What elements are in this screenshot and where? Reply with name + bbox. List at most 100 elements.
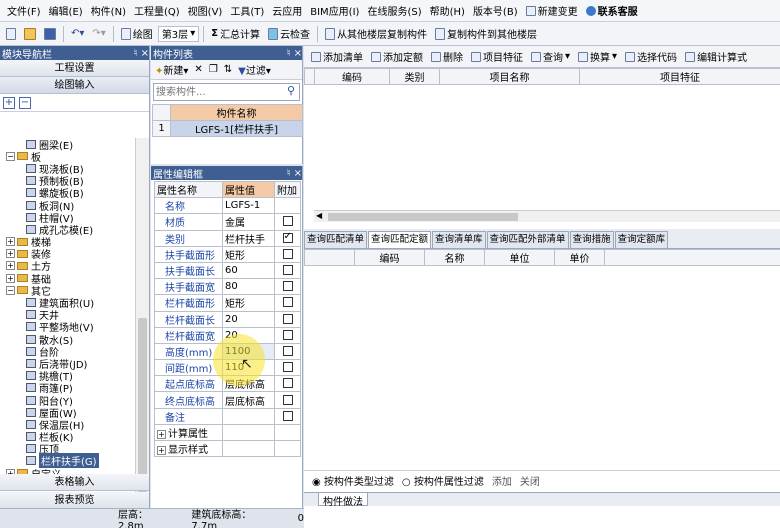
tree-item[interactable]: 散水(S) — [0, 333, 134, 347]
attr-value[interactable] — [222, 439, 275, 458]
cloud-check-button[interactable]: 云检查 — [265, 26, 313, 41]
menu-bim[interactable]: BIM应用(I) — [306, 3, 363, 18]
filter-button[interactable]: ▼过滤▾ — [238, 62, 271, 77]
attach-checkbox[interactable] — [282, 362, 293, 373]
menu-edit[interactable]: 编辑(E) — [45, 3, 87, 18]
copy-from-floor-button[interactable]: 从其他楼层复制构件 — [322, 26, 430, 41]
menu-cloud[interactable]: 云应用 — [268, 3, 306, 18]
attach-checkbox[interactable] — [282, 216, 293, 227]
menu-component[interactable]: 构件(N) — [87, 3, 130, 18]
tree-item[interactable]: + 楼梯 — [0, 236, 134, 249]
scrollbar-thumb[interactable] — [328, 213, 518, 221]
pin-close-icon[interactable]: ♮ × — [134, 48, 149, 59]
expand-icon[interactable]: + — [6, 249, 15, 259]
collapse-icon[interactable]: − — [6, 285, 15, 295]
attach-checkbox[interactable] — [282, 410, 293, 421]
floor-select[interactable]: 第3层 ▾ — [157, 25, 200, 42]
menu-quantity[interactable]: 工程量(Q) — [130, 3, 184, 18]
tree-item[interactable]: 建筑面积(U) — [0, 296, 134, 310]
expand-icon[interactable]: + — [6, 273, 15, 283]
filter-by-type-radio[interactable]: ◉ 按构件类型过滤 — [312, 473, 394, 488]
scroll-left-icon[interactable]: ◀ — [316, 211, 322, 220]
attach-checkbox[interactable] — [282, 313, 293, 324]
pin-close-icon[interactable]: ♮ × — [287, 48, 302, 59]
search-input[interactable] — [154, 84, 283, 100]
close-button[interactable]: 关闭 — [520, 473, 540, 488]
menu-new-change[interactable]: 新建变更 — [522, 3, 582, 18]
add-button[interactable]: 添加 — [492, 473, 512, 488]
delete-icon[interactable]: ✕ — [194, 64, 202, 75]
tab-3[interactable]: 查询匹配外部清单 — [486, 231, 569, 248]
tree-item[interactable]: + 装修 — [0, 248, 134, 261]
attach-checkbox[interactable] — [282, 378, 293, 389]
search-icon[interactable]: ⚲ — [283, 84, 299, 100]
expand-icon[interactable]: + — [157, 446, 166, 456]
save-button[interactable] — [41, 27, 59, 40]
query-button[interactable]: 查询 ▾ — [528, 49, 573, 64]
draw-button[interactable]: 绘图 — [118, 26, 156, 41]
table-input-button[interactable]: 表格输入 — [0, 474, 149, 491]
tree-item[interactable]: 圈梁(E) — [0, 138, 134, 152]
delete-button[interactable]: 删除 — [428, 49, 466, 64]
engineering-setup-button[interactable]: 工程设置 — [0, 60, 149, 77]
attach-checkbox[interactable] — [282, 394, 293, 405]
tree-item[interactable]: 栏板(K) — [0, 431, 134, 444]
expand-icon[interactable]: + — [157, 429, 166, 439]
menu-version[interactable]: 版本号(B) — [469, 3, 522, 18]
undo-button[interactable]: ↶▾ — [68, 28, 87, 39]
menu-support[interactable]: 联系客服 — [582, 3, 642, 18]
add-list-button[interactable]: 添加清单 — [308, 49, 366, 64]
draw-input-button[interactable]: 绘图输入 — [0, 77, 149, 94]
attr-value[interactable]: 矩形 — [222, 245, 275, 263]
menu-file[interactable]: 文件(F) — [3, 3, 45, 18]
attach-checkbox[interactable] — [282, 297, 293, 308]
tree-item[interactable]: 栏杆扶手(G) — [0, 453, 134, 469]
expand-icon[interactable]: + — [6, 237, 15, 247]
sort-icon[interactable]: ⇅ — [224, 64, 232, 75]
pin-close-icon[interactable]: ♮ × — [287, 168, 302, 179]
horizontal-scrollbar[interactable]: ◀ — [314, 210, 780, 222]
edit-formula-button[interactable]: 编辑计算式 — [682, 49, 750, 64]
copy-to-floor-button[interactable]: 复制构件到其他楼层 — [432, 26, 540, 41]
attr-value[interactable]: 层底标高 — [222, 391, 275, 409]
attr-value[interactable]: 80 — [222, 278, 275, 296]
expand-all-icon[interactable]: + — [3, 96, 15, 109]
tree-scrollbar[interactable] — [135, 138, 149, 510]
tab-component-method[interactable]: 构件做法 — [318, 493, 368, 508]
attr-value[interactable]: 矩形 — [222, 294, 275, 312]
select-code-button[interactable]: 选择代码 — [622, 49, 680, 64]
filter-by-attr-radio[interactable]: ○ 按构件属性过滤 — [402, 473, 484, 488]
collapse-icon[interactable]: − — [6, 151, 15, 161]
attach-checkbox[interactable] — [282, 329, 293, 340]
attr-value[interactable]: 金属 — [222, 213, 275, 231]
tab-4[interactable]: 查询措施 — [569, 231, 614, 248]
copy-component-icon[interactable]: ❐ — [209, 64, 218, 75]
collapse-all-icon[interactable]: − — [19, 96, 31, 109]
scrollbar-thumb[interactable] — [138, 318, 147, 498]
attach-checkbox[interactable] — [282, 265, 293, 276]
component-row[interactable]: LGFS-1[栏杆扶手] — [170, 120, 303, 138]
tree-item[interactable]: + 基础 — [0, 272, 134, 286]
menu-online[interactable]: 在线服务(S) — [363, 3, 425, 18]
menu-help[interactable]: 帮助(H) — [426, 3, 469, 18]
attr-value[interactable] — [222, 423, 275, 442]
open-button[interactable] — [21, 27, 39, 40]
attr-value[interactable]: LGFS-1 — [222, 197, 275, 215]
menu-tools[interactable]: 工具(T) — [226, 3, 268, 18]
attr-value[interactable]: 60 — [222, 261, 275, 280]
attach-checkbox[interactable] — [282, 281, 293, 292]
component-tree[interactable]: 圈梁(E) − 板现浇板(B) 预制板(B) 螺旋板(B) 板洞(N) 柱帽(V) 成孔芯模(… — [0, 138, 134, 510]
redo-button[interactable]: ↷▾ — [89, 28, 108, 39]
attach-checkbox[interactable] — [282, 248, 293, 259]
attach-checkbox[interactable] — [282, 231, 293, 243]
item-feature-button[interactable]: 项目特征 — [468, 49, 526, 64]
tab-1[interactable]: 查询匹配定额 — [368, 231, 432, 248]
attr-value[interactable] — [222, 407, 275, 425]
attach-checkbox[interactable] — [282, 345, 293, 356]
tree-item[interactable]: 成孔芯模(E) — [0, 223, 134, 237]
attr-value[interactable]: 20 — [222, 310, 275, 328]
tree-item[interactable]: + 土方 — [0, 260, 134, 273]
attr-value[interactable]: 栏杆扶手 — [222, 229, 275, 247]
new-file-button[interactable] — [3, 27, 19, 40]
tab-0[interactable]: 查询匹配清单 — [304, 231, 368, 248]
